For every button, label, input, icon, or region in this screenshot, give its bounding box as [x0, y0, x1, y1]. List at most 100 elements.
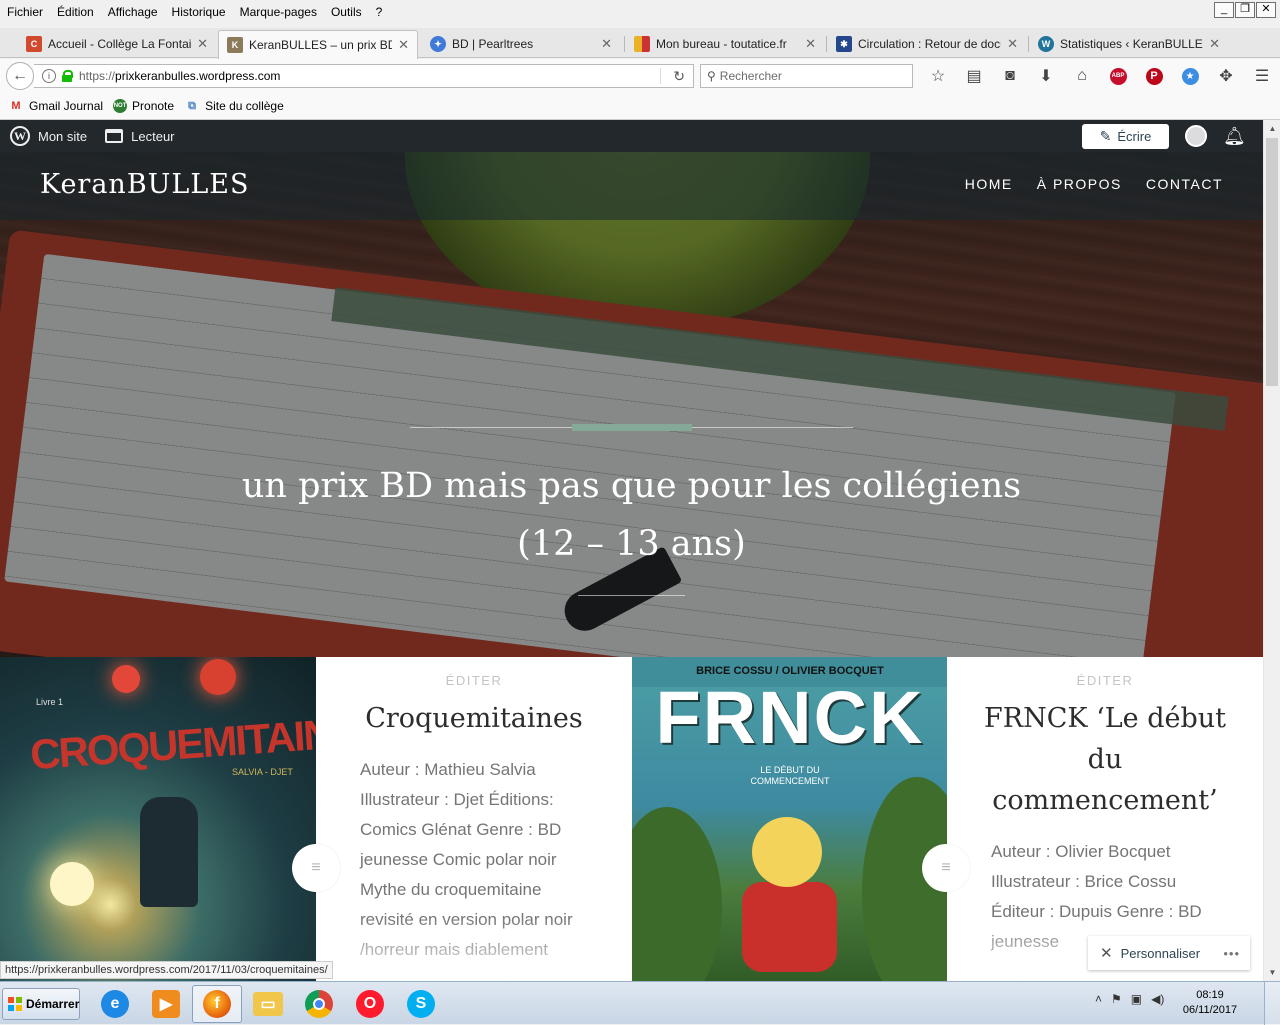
pearltrees-extension-icon[interactable]: ★ [1172, 66, 1208, 86]
reading-list-icon[interactable]: ▤ [956, 66, 992, 86]
post-title[interactable]: Croquemitaines [344, 698, 604, 739]
menu-outils[interactable]: Outils [324, 5, 369, 19]
hero-banner: KeranBULLES HOME À PROPOS CONTACT un pri… [0, 152, 1263, 657]
wrench-icon: ✕ [1100, 945, 1113, 962]
bookmark-site-college[interactable]: ⧉ Site du collège [184, 99, 284, 113]
chrome-icon[interactable] [294, 985, 344, 1023]
firefox-icon[interactable]: f [192, 985, 242, 1023]
scroll-up-arrow-icon[interactable]: ▲ [1264, 120, 1280, 137]
wordpress-logo-icon[interactable]: W [10, 126, 30, 146]
tray-expand-icon[interactable]: ˄ [1095, 992, 1102, 1006]
network-icon[interactable]: ▣ [1131, 992, 1142, 1006]
tab-college[interactable]: C Accueil - Collège La Fontaine ✕ [18, 30, 216, 58]
system-clock[interactable]: 08:19 06/11/2017 [1180, 988, 1240, 1018]
internet-explorer-icon[interactable]: e [90, 985, 140, 1023]
tab-circulation[interactable]: ✱ Circulation : Retour de documents ✕ [828, 30, 1026, 58]
bookmarks-toolbar: M Gmail Journal NOT Pronote ⧉ Site du co… [0, 93, 1280, 120]
tab-statistiques[interactable]: W Statistiques ‹ KeranBULLES — WordPress… [1030, 30, 1228, 58]
menu-fichier[interactable]: Fichier [0, 5, 50, 19]
tab-strip: C Accueil - Collège La Fontaine ✕ K Kera… [0, 28, 1280, 80]
tab-keranbulles[interactable]: K KeranBULLES – un prix BD mais ✕ [218, 30, 418, 59]
page-scrollbar[interactable]: ▲ ▼ [1263, 120, 1280, 981]
tab-pearltrees[interactable]: ✦ BD | Pearltrees ✕ [422, 30, 620, 58]
bookmark-star-icon[interactable]: ☆ [920, 66, 956, 86]
scroll-down-arrow-icon[interactable]: ▼ [1264, 964, 1280, 981]
my-site-link[interactable]: Mon site [38, 129, 87, 144]
edit-link[interactable]: ÉDITER [947, 673, 1263, 688]
pronote-icon: NOT [113, 99, 128, 113]
file-explorer-icon[interactable]: ▭ [243, 985, 293, 1023]
windows-logo-icon [8, 997, 22, 1011]
close-icon[interactable]: ✕ [1209, 36, 1220, 52]
wordpress-icon: W [1038, 36, 1054, 52]
cover-subtitle-line: LE DÉBUT DU [760, 765, 820, 775]
bookmark-gmail[interactable]: M Gmail Journal [8, 99, 103, 113]
info-icon[interactable]: i [42, 69, 56, 83]
start-label: Démarrer [26, 997, 80, 1011]
download-icon[interactable]: ⬇ [1028, 66, 1064, 86]
hero-divider-accent [572, 424, 692, 431]
adblock-plus-icon[interactable]: ABP [1100, 66, 1136, 86]
back-button[interactable]: ← [6, 62, 34, 90]
home-icon[interactable]: ⌂ [1064, 66, 1100, 86]
nav-contact[interactable]: CONTACT [1146, 176, 1223, 192]
post-title[interactable]: FRNCK ‘Le début du commencement’ [975, 698, 1235, 821]
media-player-icon[interactable]: ▶ [141, 985, 191, 1023]
action-center-flag-icon[interactable]: ⚑ [1111, 992, 1122, 1006]
url-bar[interactable]: i https:// prixkeranbulles.wordpress.com… [34, 64, 694, 88]
close-icon[interactable]: ✕ [1007, 36, 1018, 52]
tab-label: BD | Pearltrees [452, 37, 534, 51]
hero-divider-bottom [578, 595, 685, 596]
close-icon[interactable]: ✕ [601, 36, 612, 52]
menu-hamburger-icon[interactable]: ☰ [1244, 66, 1280, 86]
windows-taskbar: Démarrer e ▶ f ▭ O S ˄ ⚑ ▣ ◀) 08:19 06/1… [0, 981, 1280, 1025]
pocket-icon[interactable]: ◙ [992, 66, 1028, 86]
skype-icon[interactable]: S [396, 985, 446, 1023]
bookmark-pronote[interactable]: NOT Pronote [113, 99, 174, 113]
reload-icon[interactable]: ↻ [673, 68, 685, 85]
edit-link[interactable]: ÉDITER [316, 673, 632, 688]
bookmark-label: Pronote [132, 99, 175, 113]
close-icon[interactable]: ✕ [398, 37, 409, 53]
cover-eye [200, 659, 236, 695]
tab-toutatice[interactable]: Mon bureau - toutatice.fr ✕ [626, 30, 824, 58]
menu-affichage[interactable]: Affichage [101, 5, 165, 19]
close-icon[interactable]: ✕ [197, 36, 208, 52]
circulation-icon: ✱ [836, 36, 852, 52]
search-icon: ⚲ [707, 69, 716, 83]
close-window-button[interactable]: ✕ [1256, 2, 1276, 18]
cover-boy-head [752, 817, 822, 887]
main-navigation: HOME À PROPOS CONTACT [965, 176, 1223, 192]
menu-marque-pages[interactable]: Marque-pages [233, 5, 324, 19]
site-title[interactable]: KeranBULLES [40, 169, 249, 200]
notifications-bell-icon[interactable]: 🔔︎ [1223, 126, 1246, 147]
menu-help[interactable]: ? [369, 5, 390, 19]
post-thumbnail-croquemitaines[interactable]: Livre 1 CROQUEMITAINES SALVIA - DJET [0, 657, 316, 981]
more-options-icon[interactable]: ••• [1223, 946, 1240, 961]
reader-icon[interactable] [105, 129, 124, 143]
restore-button[interactable]: ❐ [1235, 2, 1255, 18]
volume-icon[interactable]: ◀) [1151, 992, 1164, 1006]
menu-edition[interactable]: Édition [50, 5, 101, 19]
nav-a-propos[interactable]: À PROPOS [1037, 176, 1122, 192]
bookmark-label: Site du collège [205, 99, 284, 113]
tagline-line-2: (12 – 13 ans) [517, 524, 746, 564]
pinterest-icon[interactable]: P [1136, 66, 1172, 86]
write-button[interactable]: ✎ Écrire [1082, 124, 1169, 149]
opera-icon[interactable]: O [345, 985, 395, 1023]
nav-home[interactable]: HOME [965, 176, 1013, 192]
reader-link[interactable]: Lecteur [131, 129, 174, 144]
post-thumbnail-frnck[interactable]: BRICE COSSU / OLIVIER BOCQUET FRNCK LE D… [632, 657, 948, 981]
close-icon[interactable]: ✕ [805, 36, 816, 52]
avatar[interactable] [1185, 125, 1207, 147]
reader-label: Lecteur [131, 128, 175, 144]
minimize-button[interactable]: _ [1214, 2, 1234, 18]
scroll-thumb[interactable] [1266, 138, 1278, 386]
extension-icon[interactable]: ✥ [1208, 66, 1244, 86]
show-desktop-button[interactable] [1264, 982, 1280, 1025]
tab-label: KeranBULLES – un prix BD mais [249, 38, 392, 52]
menu-historique[interactable]: Historique [165, 5, 233, 19]
customize-button[interactable]: ✕ Personnaliser ••• [1088, 936, 1250, 970]
start-button[interactable]: Démarrer [2, 988, 80, 1020]
search-input[interactable]: ⚲ Rechercher [700, 64, 913, 88]
